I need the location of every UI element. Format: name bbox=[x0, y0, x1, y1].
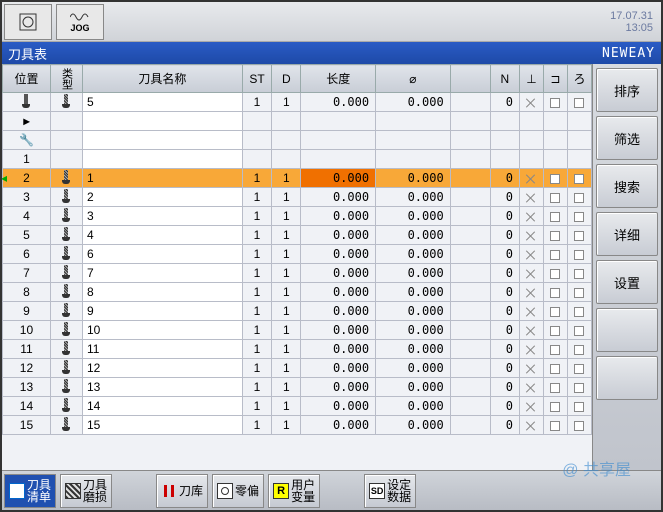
table-row[interactable]: 99110.0000.0000 bbox=[3, 302, 592, 321]
page-title: 刀具表 bbox=[8, 44, 47, 63]
bottomkey[interactable]: 刀具 磨损 bbox=[60, 474, 112, 508]
bottomkey[interactable]: 刀具 清单 bbox=[4, 474, 56, 508]
softkey-blank[interactable] bbox=[596, 356, 658, 400]
softkey-设置[interactable]: 设置 bbox=[596, 260, 658, 304]
softkey-筛选[interactable]: 筛选 bbox=[596, 116, 658, 160]
bottomkey[interactable]: 零偏 bbox=[212, 474, 264, 508]
tool-table[interactable]: 位置 类型 刀具名称 ST D 长度 ⌀ N ⊥ ⊐ ろ 5110.0000.0… bbox=[2, 64, 593, 471]
bottom-bar: 刀具 清单刀具 磨损 刀库零偏R用户 变量 SD设定 数据 bbox=[2, 470, 661, 510]
table-row[interactable]: 43110.0000.0000 bbox=[3, 207, 592, 226]
softkey-sidebar: 排序筛选搜索详细设置 bbox=[593, 64, 661, 471]
table-row[interactable]: 66110.0000.0000 bbox=[3, 245, 592, 264]
bottomkey[interactable]: SD设定 数据 bbox=[364, 474, 416, 508]
table-row[interactable]: 🔧 bbox=[3, 131, 592, 150]
bottomkey[interactable]: 刀库 bbox=[156, 474, 208, 508]
table-row[interactable]: 88110.0000.0000 bbox=[3, 283, 592, 302]
table-row[interactable]: 1 bbox=[3, 150, 592, 169]
machine-icon[interactable] bbox=[4, 4, 52, 40]
table-row-selected[interactable]: ◂21110.0000.0000 bbox=[3, 169, 592, 188]
table-row[interactable]: 1515110.0000.0000 bbox=[3, 416, 592, 435]
datetime: 17.07.3113:05 bbox=[610, 10, 653, 34]
top-bar: JOG 17.07.3113:05 bbox=[2, 2, 661, 42]
brand-label: NEWEAY bbox=[602, 46, 655, 61]
softkey-blank[interactable] bbox=[596, 308, 658, 352]
table-row[interactable]: 1111110.0000.0000 bbox=[3, 340, 592, 359]
jog-icon[interactable]: JOG bbox=[56, 4, 104, 40]
table-row[interactable]: 1414110.0000.0000 bbox=[3, 397, 592, 416]
table-row[interactable]: 5110.0000.0000 bbox=[3, 93, 592, 112]
table-row[interactable]: 1010110.0000.0000 bbox=[3, 321, 592, 340]
table-row[interactable]: 1313110.0000.0000 bbox=[3, 378, 592, 397]
table-row[interactable]: ▸ bbox=[3, 112, 592, 131]
table-row[interactable]: 54110.0000.0000 bbox=[3, 226, 592, 245]
softkey-排序[interactable]: 排序 bbox=[596, 68, 658, 112]
table-row[interactable]: 32110.0000.0000 bbox=[3, 188, 592, 207]
table-row[interactable]: 77110.0000.0000 bbox=[3, 264, 592, 283]
title-bar: 刀具表 NEWEAY bbox=[2, 42, 661, 64]
bottomkey[interactable]: R用户 变量 bbox=[268, 474, 320, 508]
table-row[interactable]: 1212110.0000.0000 bbox=[3, 359, 592, 378]
table-header: 位置 类型 刀具名称 ST D 长度 ⌀ N ⊥ ⊐ ろ bbox=[3, 65, 592, 93]
softkey-搜索[interactable]: 搜索 bbox=[596, 164, 658, 208]
softkey-详细[interactable]: 详细 bbox=[596, 212, 658, 256]
